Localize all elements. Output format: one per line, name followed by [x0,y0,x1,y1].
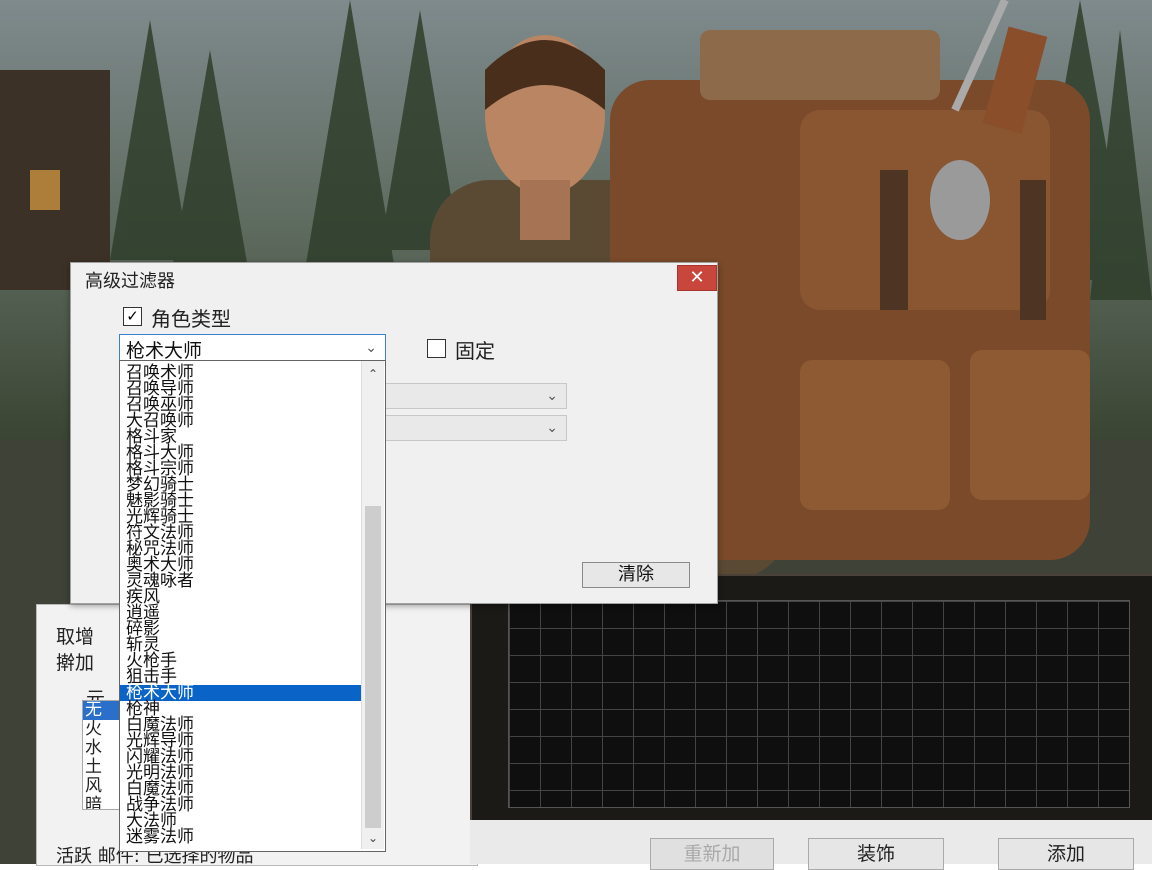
dropdown-option[interactable]: 迷雾法师 [120,829,361,846]
class-select[interactable]: 枪术大师 ⌄ [119,334,386,362]
list-item[interactable]: 风 [83,777,119,796]
element-list[interactable]: 无 火 水 土 风 暗 [82,700,120,810]
chevron-down-icon: ⌄ [365,340,377,356]
role-type-label: 角色类型 [151,307,231,331]
scroll-down-icon[interactable]: ⌄ [362,829,384,847]
scroll-up-icon[interactable]: ⌃ [362,365,384,383]
decorate-button[interactable]: 装饰 [808,838,944,870]
close-icon: ✕ [689,267,705,288]
role-type-checkbox[interactable]: ✓ [123,307,142,326]
chevron-down-icon: ⌄ [546,388,558,404]
clear-button[interactable]: 清除 [582,562,690,588]
panel-label-2: 擀加 [56,652,95,674]
filter-select-2[interactable]: ⌄ [385,383,567,409]
checkmark-icon: ✓ [126,307,139,325]
inventory-panel [470,574,1152,824]
list-item[interactable]: 暗 [83,796,119,810]
chevron-down-icon: ⌄ [546,420,558,436]
panel-label-1: 取增 [56,626,95,648]
list-item[interactable]: 无 [83,701,119,720]
reload-button[interactable]: 重新加 [650,838,774,870]
add-button[interactable]: 添加 [998,838,1134,870]
list-item[interactable]: 土 [83,758,119,777]
fixed-checkbox[interactable] [427,339,446,358]
scroll-thumb[interactable] [365,506,381,828]
list-item[interactable]: 水 [83,739,119,758]
list-item[interactable]: 火 [83,720,119,739]
close-button[interactable]: ✕ [677,265,717,291]
dropdown-options: 召唤术师 召唤导师 召唤巫师 大召唤师 格斗家 格斗大师 格斗宗师 梦幻骑士 魅影骑士 光辉骑士符… [120,365,361,846]
class-select-value: 枪术大师 [126,340,203,362]
class-dropdown-list[interactable]: 召唤术师 召唤导师 召唤巫师 大召唤师 格斗家 格斗大师 格斗宗师 梦幻骑士 魅影骑士 光辉骑士符… [119,360,386,852]
dropdown-scrollbar[interactable]: ⌃ ⌄ [361,361,384,849]
fixed-label: 固定 [455,339,495,363]
dialog-title: 高级过滤器 [85,271,175,292]
inventory-grid[interactable] [508,600,1130,808]
filter-select-3[interactable]: ⌄ [385,415,567,441]
